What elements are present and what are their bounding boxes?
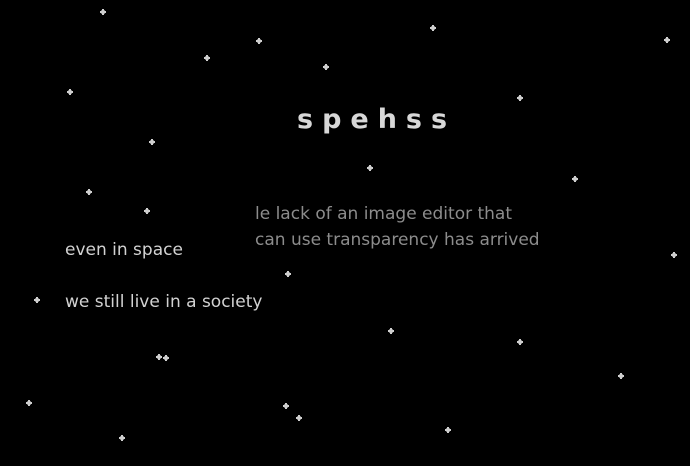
dot-star-icon: [34, 297, 40, 303]
dot-star-icon: [367, 165, 373, 171]
dot-star-icon: [618, 373, 624, 379]
title-text: spehss: [297, 104, 457, 135]
dot-star-icon: [296, 415, 302, 421]
dot-star-icon: [149, 139, 155, 145]
transparency-note-line-1: le lack of an image editor that: [255, 204, 513, 224]
dot-star-icon: [256, 38, 262, 44]
dot-star-icon: [26, 400, 32, 406]
dot-star-icon: [671, 252, 677, 258]
dot-star-icon: [430, 25, 436, 31]
dot-star-icon: [100, 9, 106, 15]
dot-star-icon: [664, 37, 670, 43]
dot-star-icon: [144, 208, 150, 214]
dot-star-icon: [204, 55, 210, 61]
dot-star-icon: [445, 427, 451, 433]
dot-star-icon: [156, 354, 162, 360]
space-canvas: spehss le lack of an image editor that c…: [0, 0, 690, 466]
caption-society: we still live in a society: [65, 292, 263, 312]
dot-star-icon: [119, 435, 125, 441]
dot-star-icon: [86, 189, 92, 195]
transparency-note: le lack of an image editor that can use …: [255, 201, 540, 253]
dot-star-icon: [163, 355, 169, 361]
dot-star-icon: [572, 176, 578, 182]
transparency-note-line-2: can use transparency has arrived: [255, 230, 540, 250]
dot-star-icon: [517, 95, 523, 101]
dot-star-icon: [388, 328, 394, 334]
dot-star-icon: [285, 271, 291, 277]
dot-star-icon: [283, 403, 289, 409]
dot-star-icon: [517, 339, 523, 345]
caption-even-in-space: even in space: [65, 240, 183, 260]
dot-star-icon: [323, 64, 329, 70]
dot-star-icon: [67, 89, 73, 95]
